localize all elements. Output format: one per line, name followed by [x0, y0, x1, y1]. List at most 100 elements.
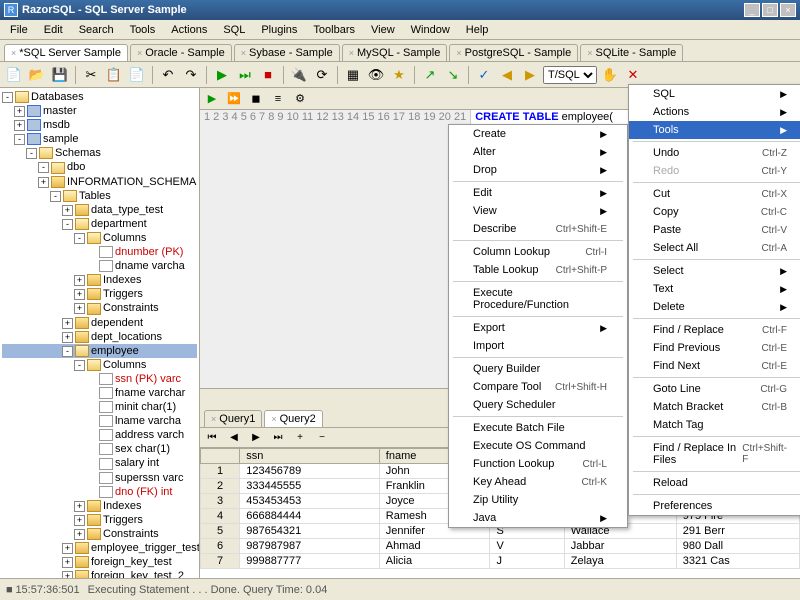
tab-close-icon[interactable]: × [349, 48, 354, 58]
tree-toggle-icon[interactable]: - [38, 162, 49, 173]
menu-item[interactable]: SQL▶ [629, 85, 800, 103]
tree-toggle-icon[interactable]: - [14, 134, 25, 145]
stop-icon[interactable]: ■ [258, 65, 278, 85]
format-icon[interactable]: ≡ [268, 89, 288, 109]
menu-item[interactable]: Text▶ [629, 280, 800, 298]
menu-item[interactable]: DescribeCtrl+Shift-E [449, 220, 627, 238]
menu-item[interactable]: Function LookupCtrl-L [449, 455, 627, 473]
menu-item[interactable]: Execute Procedure/Function [449, 284, 627, 314]
tree-node[interactable]: +Constraints [2, 301, 197, 315]
menu-item[interactable]: Match Tag [629, 416, 800, 434]
tab-close-icon[interactable]: × [456, 48, 461, 58]
save-icon[interactable]: 💾 [50, 65, 70, 85]
tree-toggle-icon[interactable]: + [62, 332, 73, 343]
tab-close-icon[interactable]: × [271, 414, 276, 424]
menu-window[interactable]: Window [403, 22, 458, 38]
tree-toggle-icon[interactable]: + [74, 275, 85, 286]
tree-node[interactable]: +Indexes [2, 499, 197, 513]
tree-node[interactable]: minit char(1) [2, 400, 197, 414]
menu-item[interactable]: Reload [629, 474, 800, 492]
tab[interactable]: ×MySQL - Sample [342, 44, 448, 61]
menu-item[interactable]: Execute Batch File [449, 419, 627, 437]
exec2-icon[interactable]: ⏩ [224, 89, 244, 109]
menu-item[interactable]: Match BracketCtrl-B [629, 398, 800, 416]
menu-item[interactable]: Alter▶ [449, 143, 627, 161]
tree-toggle-icon[interactable]: + [62, 205, 73, 216]
syntax-select[interactable]: T/SQL [543, 66, 597, 84]
tree-node[interactable]: -employee [2, 344, 197, 358]
tree-toggle-icon[interactable]: + [14, 106, 25, 117]
last-icon[interactable]: ⏭ [268, 428, 288, 448]
tab-close-icon[interactable]: × [587, 48, 592, 58]
tool2-icon[interactable]: ⚙ [290, 89, 310, 109]
menu-item[interactable]: Drop▶ [449, 161, 627, 179]
menu-item[interactable]: Delete▶ [629, 298, 800, 316]
table-row[interactable]: 7999887777AliciaJZelaya3321 Cas [201, 554, 800, 569]
add-row-icon[interactable]: + [290, 428, 310, 448]
menu-toolbars[interactable]: Toolbars [305, 22, 363, 38]
menu-item[interactable]: Find / ReplaceCtrl-F [629, 321, 800, 339]
menu-item[interactable]: Execute OS Command [449, 437, 627, 455]
tree-toggle-icon[interactable]: + [38, 177, 49, 188]
next-row-icon[interactable]: ▶ [246, 428, 266, 448]
exec-icon[interactable]: ▶ [202, 89, 222, 109]
tree-toggle-icon[interactable]: + [74, 529, 85, 540]
tree-toggle-icon[interactable]: + [74, 515, 85, 526]
menu-item[interactable]: Query Scheduler [449, 396, 627, 414]
tree-toggle-icon[interactable]: + [62, 543, 73, 554]
tree-node[interactable]: +data_type_test [2, 203, 197, 217]
tab-close-icon[interactable]: × [241, 48, 246, 58]
tree-node[interactable]: +dept_locations [2, 330, 197, 344]
tree-node[interactable]: -sample [2, 132, 197, 146]
paste-icon[interactable]: 📄 [127, 65, 147, 85]
tool-icon[interactable]: ✓ [474, 65, 494, 85]
first-icon[interactable]: ⏮ [202, 428, 222, 448]
tree-toggle-icon[interactable]: - [50, 191, 61, 202]
tree-toggle-icon[interactable]: - [74, 360, 85, 371]
tree-node[interactable]: +employee_trigger_test [2, 541, 197, 555]
open-icon[interactable]: 📂 [27, 65, 47, 85]
column-header[interactable] [201, 449, 240, 464]
menu-item[interactable]: Export▶ [449, 319, 627, 337]
menu-plugins[interactable]: Plugins [253, 22, 305, 38]
tree-toggle-icon[interactable]: + [62, 557, 73, 568]
menu-view[interactable]: View [363, 22, 403, 38]
menu-item[interactable]: Find / Replace In FilesCtrl+Shift-F [629, 439, 800, 469]
tree-node[interactable]: salary int [2, 456, 197, 470]
close-button[interactable]: × [780, 3, 796, 17]
tree-toggle-icon[interactable]: + [74, 289, 85, 300]
menu-item[interactable]: Select▶ [629, 262, 800, 280]
tree-node[interactable]: dnumber (PK) [2, 245, 197, 259]
tree-node[interactable]: +foreign_key_test_2 [2, 569, 197, 578]
star-icon[interactable]: ★ [389, 65, 409, 85]
cut-icon[interactable]: ✂ [81, 65, 101, 85]
tree-node[interactable]: lname varcha [2, 414, 197, 428]
copy-icon[interactable]: 📋 [104, 65, 124, 85]
menu-sql[interactable]: SQL [215, 22, 253, 38]
table-icon[interactable]: ▦ [343, 65, 363, 85]
exec3-icon[interactable]: ◼ [246, 89, 266, 109]
prev-icon[interactable]: ◀ [497, 65, 517, 85]
menu-file[interactable]: File [2, 22, 36, 38]
export-icon[interactable]: ↗ [420, 65, 440, 85]
menu-tools[interactable]: Tools [122, 22, 164, 38]
menu-item[interactable]: Actions▶ [629, 103, 800, 121]
menu-item[interactable]: Find PreviousCtrl-E [629, 339, 800, 357]
run-icon[interactable]: ▶ [212, 65, 232, 85]
result-tab[interactable]: ×Query1 [204, 410, 262, 427]
tree-node[interactable]: sex char(1) [2, 442, 197, 456]
menu-item[interactable]: CopyCtrl-C [629, 203, 800, 221]
tree-node[interactable]: +master [2, 104, 197, 118]
menu-item[interactable]: CutCtrl-X [629, 185, 800, 203]
tree-node[interactable]: +dependent [2, 316, 197, 330]
tree-node[interactable]: fname varchar [2, 386, 197, 400]
menu-item[interactable]: RedoCtrl-Y [629, 162, 800, 180]
menu-item[interactable]: Table LookupCtrl+Shift-P [449, 261, 627, 279]
tree-node[interactable]: -Columns [2, 231, 197, 245]
tree-node[interactable]: dname varcha [2, 259, 197, 273]
tree-toggle-icon[interactable]: + [74, 501, 85, 512]
tab-close-icon[interactable]: × [137, 48, 142, 58]
tree-node[interactable]: superssn varc [2, 471, 197, 485]
tab[interactable]: ×Sybase - Sample [234, 44, 340, 61]
menu-item[interactable]: Java▶ [449, 509, 627, 527]
